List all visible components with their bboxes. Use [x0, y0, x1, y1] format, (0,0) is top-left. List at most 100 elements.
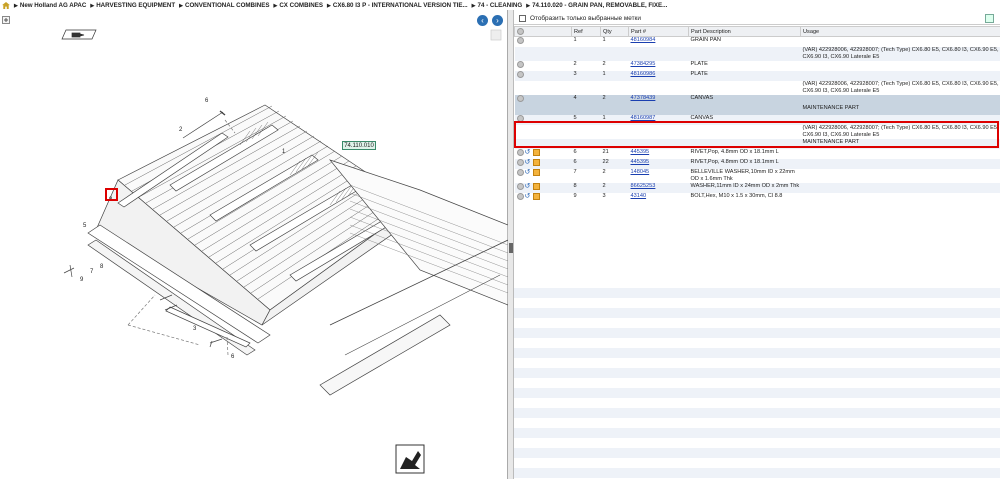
header-ref[interactable]: Ref	[571, 26, 601, 37]
select-row-icon[interactable]	[516, 37, 524, 44]
package-icon[interactable]	[532, 168, 540, 176]
table-row[interactable]: 2 2 47384295 PLATE	[514, 60, 1000, 71]
part-number-link[interactable]: 48160986	[631, 71, 656, 77]
select-row-icon[interactable]	[516, 148, 524, 156]
breadcrumb-item-model[interactable]: CX6.80 I3 P - INTERNATIONAL VERSION TIE.…	[327, 2, 468, 9]
cell-part-number[interactable]: 48160987	[628, 114, 689, 125]
header-usage[interactable]: Usage	[800, 26, 1000, 37]
table-row[interactable]: (VAR) 422928006, 422928007; (Tech Type) …	[514, 80, 1000, 95]
table-row[interactable]: ↺ 6 22 445395 RIVET,Pop, 4.8mm OD x 18.1mm L	[514, 158, 1000, 169]
header-part-number[interactable]: Part #	[628, 26, 689, 37]
package-icon[interactable]	[532, 192, 540, 200]
part-number-link[interactable]: 47378439	[631, 95, 656, 101]
table-row[interactable]: ↺ 8 2 86625253 WASHER,11mm ID x 24mm OD x 2m…	[514, 182, 1000, 193]
section-reference-label[interactable]: 74.110.010	[342, 141, 376, 150]
part-number-link[interactable]: 148045	[631, 169, 650, 175]
callout-7[interactable]: 7	[90, 269, 94, 275]
select-all-icon[interactable]	[517, 28, 524, 35]
cell-part-number[interactable]: 148045	[628, 168, 689, 183]
cell-part-number[interactable]	[628, 124, 689, 139]
part-number-link[interactable]: 445395	[631, 159, 650, 165]
callout-9[interactable]: 9	[80, 277, 84, 283]
package-icon[interactable]	[532, 182, 540, 190]
part-number-link[interactable]: 47384295	[631, 61, 656, 67]
cell-part-number[interactable]	[628, 138, 689, 149]
table-row[interactable]: (VAR) 422928006, 422928007; (Tech Type) …	[514, 124, 1000, 139]
part-number-link[interactable]: 86625253	[631, 183, 656, 189]
home-icon[interactable]	[2, 1, 10, 9]
package-icon[interactable]	[532, 148, 540, 156]
cell-part-number[interactable]: 43140	[628, 192, 689, 203]
part-number-link[interactable]: 48160987	[631, 115, 656, 121]
callout-6-bottom[interactable]: 6	[231, 354, 235, 360]
print-icon[interactable]	[61, 29, 97, 40]
header-qty[interactable]: Qty	[600, 26, 629, 37]
part-number-link[interactable]: 43140	[631, 193, 647, 199]
select-row-icon[interactable]	[516, 192, 524, 200]
select-row-icon[interactable]	[516, 70, 524, 78]
cell-usage	[800, 36, 1000, 47]
breadcrumb-item-cx[interactable]: CX COMBINES	[273, 2, 323, 9]
show-selected-label: Отобразить только выбранные метки	[530, 14, 641, 22]
select-row-icon[interactable]	[516, 114, 524, 122]
cell-part-number[interactable]	[628, 46, 689, 61]
cell-ref: 2	[571, 60, 601, 71]
callout-2[interactable]: 2	[179, 127, 183, 133]
row-icons	[514, 46, 572, 61]
cell-qty	[600, 80, 629, 95]
callout-3[interactable]: 3	[193, 326, 197, 332]
table-row[interactable]: ↺ 7 2 148045 BELLEVILLE WASHER,10mm ID x 22m…	[514, 168, 1000, 183]
substitute-arrow-icon[interactable]: ↺	[525, 149, 532, 156]
breadcrumb-item-grain-pan[interactable]: 74.110.020 - GRAIN PAN, REMOVABLE, FIXE.…	[526, 2, 667, 9]
breadcrumb-item-brand[interactable]: New Holland AG APAC	[14, 2, 86, 9]
cell-part-number[interactable]: 47378439	[628, 94, 689, 105]
cell-part-number[interactable]: 47384295	[628, 60, 689, 71]
row-icons	[514, 104, 572, 115]
table-row[interactable]: (VAR) 422928006, 422928007; (Tech Type) …	[514, 46, 1000, 61]
part-number-link[interactable]: 48160984	[631, 37, 656, 43]
table-row[interactable]: 4 2 47378439 CANVAS	[514, 94, 1000, 105]
select-row-icon[interactable]	[516, 168, 524, 176]
callout-8[interactable]: 8	[100, 264, 104, 270]
header-description[interactable]: Part Description	[688, 26, 801, 37]
show-selected-checkbox[interactable]	[519, 14, 526, 22]
cell-part-number[interactable]: 48160986	[628, 70, 689, 81]
table-row[interactable]: MAINTENANCE PART	[514, 138, 1000, 149]
row-icons	[514, 36, 572, 47]
breadcrumb-item-combines[interactable]: CONVENTIONAL COMBINES	[179, 2, 269, 9]
export-icon[interactable]	[985, 14, 994, 23]
substitute-arrow-icon[interactable]: ↺	[525, 159, 532, 166]
cell-usage	[800, 60, 1000, 71]
select-row-icon[interactable]	[516, 158, 524, 166]
table-row[interactable]: 3 1 48160986 PLATE	[514, 70, 1000, 81]
callout-6-top[interactable]: 6	[205, 98, 209, 104]
callout-5[interactable]: 5	[83, 223, 87, 229]
substitute-arrow-icon[interactable]: ↺	[525, 193, 532, 200]
cell-part-number[interactable]: 445395	[628, 158, 689, 169]
expand-icon[interactable]	[2, 16, 10, 24]
select-row-icon[interactable]	[516, 60, 524, 68]
breadcrumb-item-harvesting[interactable]: HARVESTING EQUIPMENT	[90, 2, 175, 9]
cell-part-number[interactable]: 48160984	[628, 36, 689, 47]
next-diagram-icon[interactable]	[395, 444, 425, 474]
package-icon[interactable]	[532, 158, 540, 166]
substitute-arrow-icon[interactable]: ↺	[525, 169, 532, 176]
parts-list-pane: Отобразить только выбранные метки Ref Qt…	[514, 10, 1000, 479]
table-row[interactable]: 1 1 48160984 GRAIN PAN	[514, 36, 1000, 47]
select-row-icon[interactable]	[516, 182, 524, 190]
table-row[interactable]: MAINTENANCE PART	[514, 104, 1000, 115]
cell-part-number[interactable]	[628, 104, 689, 115]
part-number-link[interactable]: 445395	[631, 149, 650, 155]
header-icons[interactable]	[514, 26, 572, 37]
cell-part-number[interactable]: 86625253	[628, 182, 689, 193]
select-row-icon[interactable]	[516, 94, 524, 102]
table-row[interactable]: 5 1 48160987 CANVAS	[514, 114, 1000, 125]
cell-part-number[interactable]	[628, 80, 689, 95]
substitute-arrow-icon[interactable]: ↺	[525, 183, 532, 190]
zoom-icon[interactable]	[490, 29, 502, 41]
splitter-grip[interactable]	[509, 243, 513, 253]
table-row[interactable]: ↺ 6 21 445395 RIVET,Pop, 4.8mm OD x 18.1mm L	[514, 148, 1000, 159]
table-row[interactable]: ↺ 9 3 43140 BOLT,Hex, M10 x 1.5 x 30mm, Cl 8…	[514, 192, 1000, 203]
breadcrumb-item-cleaning[interactable]: 74 - CLEANING	[472, 2, 523, 9]
cell-part-number[interactable]: 445395	[628, 148, 689, 159]
